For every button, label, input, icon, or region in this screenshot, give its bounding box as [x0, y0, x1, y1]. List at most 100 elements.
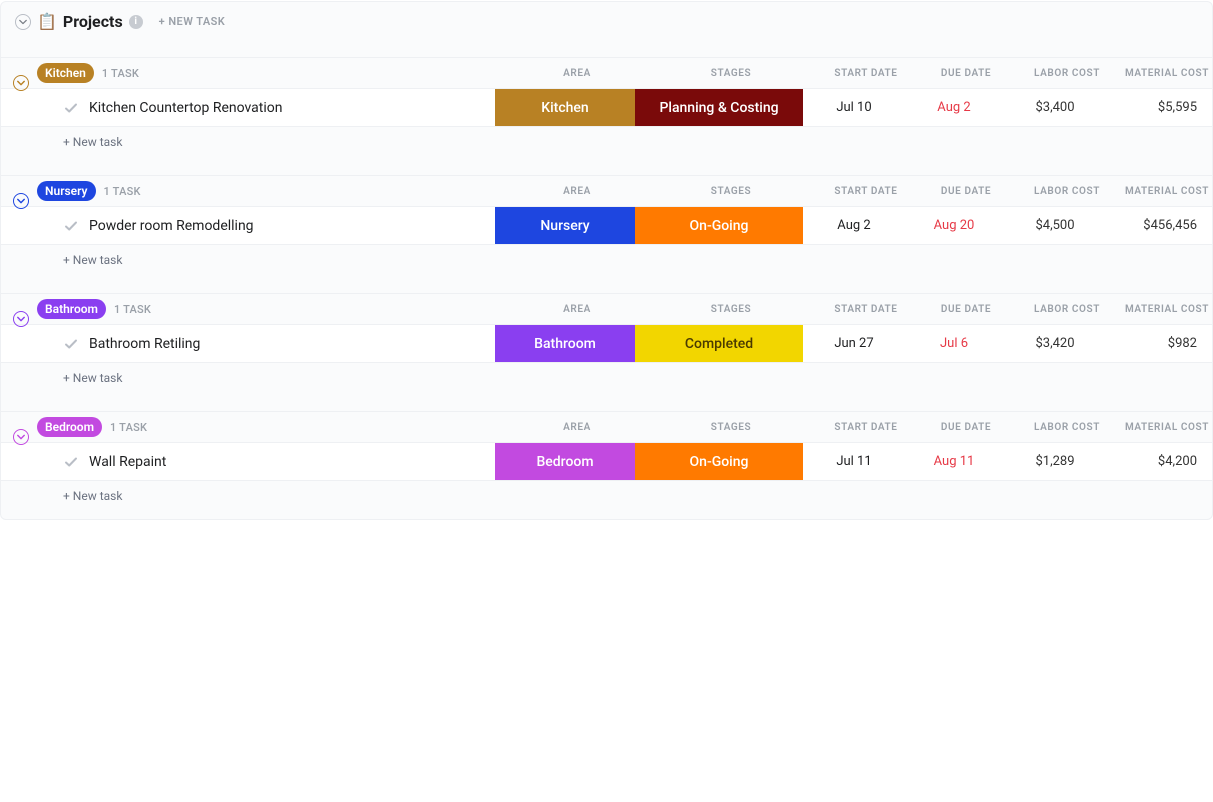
panel-title-row: 📋 Projects i + NEW TASK: [1, 2, 1212, 37]
column-header[interactable]: MATERIAL COST: [1119, 304, 1213, 315]
group-bathroom: Bathroom 1 TASK AREASTAGESSTART DATEDUE DA…: [1, 293, 1212, 391]
group-header: Kitchen 1 TASK AREASTAGESSTART DATEDUE DAT…: [1, 57, 1212, 89]
chevron-down-icon: [17, 79, 25, 87]
group-kitchen: Kitchen 1 TASK AREASTAGESSTART DATEDUE DAT…: [1, 57, 1212, 155]
group-header-left: Bedroom 1 TASK: [13, 409, 507, 445]
chevron-down-icon: [19, 18, 27, 26]
group-pill[interactable]: Bathroom: [37, 299, 106, 319]
column-header[interactable]: DUE DATE: [917, 68, 1015, 79]
column-header[interactable]: DUE DATE: [917, 186, 1015, 197]
labor-cost-cell[interactable]: $1,289: [1003, 443, 1107, 480]
column-header[interactable]: STAGES: [647, 186, 815, 197]
group-bedroom: Bedroom 1 TASK AREASTAGESSTART DATEDUE DAT…: [1, 411, 1212, 509]
due-date-cell[interactable]: Aug 20: [905, 207, 1003, 244]
projects-panel: 📋 Projects i + NEW TASK Kitchen 1 TASK ARE…: [0, 1, 1213, 520]
labor-cost-cell[interactable]: $3,420: [1003, 325, 1107, 362]
task-count: 1 TASK: [114, 303, 151, 316]
chevron-down-icon: [17, 197, 25, 205]
column-header[interactable]: STAGES: [647, 68, 815, 79]
stage-cell[interactable]: Planning & Costing: [635, 89, 803, 126]
task-name-cell[interactable]: Bathroom Retiling: [1, 325, 495, 362]
start-date-cell[interactable]: Jul 11: [803, 443, 905, 480]
task-count: 1 TASK: [110, 421, 147, 434]
group-header-left: Nursery 1 TASK: [13, 173, 507, 209]
column-header[interactable]: MATERIAL COST: [1119, 422, 1213, 433]
task-name-cell[interactable]: Wall Repaint: [1, 443, 495, 480]
material-cost-cell[interactable]: $456,456: [1107, 207, 1203, 244]
due-date-cell[interactable]: Aug 11: [905, 443, 1003, 480]
area-cell[interactable]: Nursery: [495, 207, 635, 244]
group-pill[interactable]: Kitchen: [37, 63, 94, 83]
column-header[interactable]: START DATE: [815, 304, 917, 315]
column-header[interactable]: AREA: [507, 68, 647, 79]
check-icon[interactable]: [63, 218, 79, 234]
group-nursery: Nursery 1 TASK AREASTAGESSTART DATEDUE DAT…: [1, 175, 1212, 273]
stage-cell[interactable]: On-Going: [635, 207, 803, 244]
column-header[interactable]: DUE DATE: [917, 422, 1015, 433]
start-date-cell[interactable]: Aug 2: [803, 207, 905, 244]
new-task-button[interactable]: + New task: [1, 245, 1212, 273]
stage-cell[interactable]: Completed: [635, 325, 803, 362]
task-count: 1 TASK: [102, 67, 139, 80]
material-cost-cell[interactable]: $4,200: [1107, 443, 1203, 480]
column-header[interactable]: STAGES: [647, 304, 815, 315]
new-task-top-button[interactable]: + NEW TASK: [159, 15, 226, 28]
task-row[interactable]: Powder room RemodellingNurseryOn-GoingAu…: [1, 207, 1212, 245]
group-header-left: Kitchen 1 TASK: [13, 55, 507, 91]
task-name: Bathroom Retiling: [89, 336, 200, 352]
area-cell[interactable]: Bedroom: [495, 443, 635, 480]
column-header[interactable]: MATERIAL COST: [1119, 186, 1213, 197]
task-name-cell[interactable]: Kitchen Countertop Renovation: [1, 89, 495, 126]
column-header[interactable]: AREA: [507, 186, 647, 197]
area-cell[interactable]: Kitchen: [495, 89, 635, 126]
column-header[interactable]: AREA: [507, 304, 647, 315]
collapse-toggle[interactable]: [15, 14, 31, 30]
column-header[interactable]: MATERIAL COST: [1119, 68, 1213, 79]
task-name-cell[interactable]: Powder room Remodelling: [1, 207, 495, 244]
start-date-cell[interactable]: Jun 27: [803, 325, 905, 362]
group-header: Bedroom 1 TASK AREASTAGESSTART DATEDUE DAT…: [1, 411, 1212, 443]
labor-cost-cell[interactable]: $3,400: [1003, 89, 1107, 126]
column-header[interactable]: DUE DATE: [917, 304, 1015, 315]
column-header[interactable]: LABOR COST: [1015, 68, 1119, 79]
column-header[interactable]: LABOR COST: [1015, 422, 1119, 433]
task-name: Powder room Remodelling: [89, 218, 254, 234]
group-header: Nursery 1 TASK AREASTAGESSTART DATEDUE DAT…: [1, 175, 1212, 207]
group-pill[interactable]: Bedroom: [37, 417, 102, 437]
task-row[interactable]: Wall RepaintBedroomOn-GoingJul 11Aug 11$…: [1, 443, 1212, 481]
chevron-down-icon: [17, 315, 25, 323]
projects-emoji-icon: 📋: [37, 12, 57, 31]
due-date-cell[interactable]: Jul 6: [905, 325, 1003, 362]
group-pill[interactable]: Nursery: [37, 181, 96, 201]
group-header-left: Bathroom 1 TASK: [13, 291, 507, 327]
start-date-cell[interactable]: Jul 10: [803, 89, 905, 126]
column-header[interactable]: LABOR COST: [1015, 186, 1119, 197]
new-task-button[interactable]: + New task: [1, 127, 1212, 155]
task-row[interactable]: Bathroom Retiling BathroomCompletedJun 27…: [1, 325, 1212, 363]
info-icon[interactable]: i: [129, 15, 143, 29]
material-cost-cell[interactable]: $982: [1107, 325, 1203, 362]
new-task-button[interactable]: + New task: [1, 481, 1212, 509]
column-header[interactable]: AREA: [507, 422, 647, 433]
group-header: Bathroom 1 TASK AREASTAGESSTART DATEDUE DA…: [1, 293, 1212, 325]
check-icon[interactable]: [63, 100, 79, 116]
stage-cell[interactable]: On-Going: [635, 443, 803, 480]
column-header[interactable]: LABOR COST: [1015, 304, 1119, 315]
task-count: 1 TASK: [104, 185, 141, 198]
new-task-button[interactable]: + New task: [1, 363, 1212, 391]
task-row[interactable]: Kitchen Countertop Renovation KitchenPlan…: [1, 89, 1212, 127]
material-cost-cell[interactable]: $5,595: [1107, 89, 1203, 126]
chevron-down-icon: [17, 433, 25, 441]
due-date-cell[interactable]: Aug 2: [905, 89, 1003, 126]
labor-cost-cell[interactable]: $4,500: [1003, 207, 1107, 244]
column-header[interactable]: START DATE: [815, 68, 917, 79]
check-icon[interactable]: [63, 336, 79, 352]
column-header[interactable]: START DATE: [815, 422, 917, 433]
task-name: Kitchen Countertop Renovation: [89, 100, 283, 116]
column-header[interactable]: START DATE: [815, 186, 917, 197]
check-icon[interactable]: [63, 454, 79, 470]
page-title: Projects: [63, 12, 123, 31]
area-cell[interactable]: Bathroom: [495, 325, 635, 362]
column-header[interactable]: STAGES: [647, 422, 815, 433]
task-name: Wall Repaint: [89, 454, 166, 470]
